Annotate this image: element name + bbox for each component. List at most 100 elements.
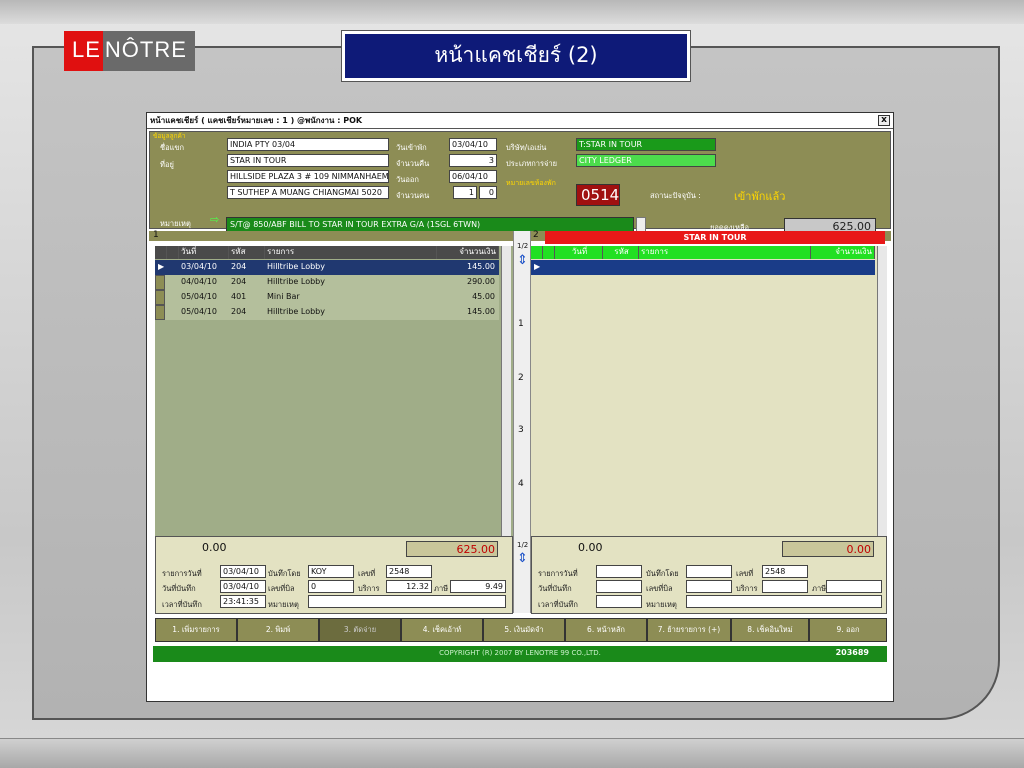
- logo-le: LE: [64, 31, 103, 71]
- checkout-field[interactable]: 06/04/10: [449, 170, 497, 183]
- checkout-button[interactable]: 4. เช็คเอ้าท์: [401, 618, 483, 642]
- row-amount: 145.00: [467, 307, 495, 316]
- row-item: Hilltribe Lobby: [267, 277, 325, 286]
- bill-field[interactable]: [686, 580, 732, 593]
- table-row[interactable]: ▶: [531, 260, 875, 275]
- col-amount[interactable]: จำนวนเงิน: [437, 246, 499, 259]
- no-field[interactable]: 2548: [386, 565, 432, 578]
- new-checkin-button[interactable]: 8. เช็คอินใหม่: [731, 618, 809, 642]
- record-time-field[interactable]: 23:41:35: [220, 595, 266, 608]
- post-date-field[interactable]: [596, 565, 642, 578]
- by-label: บันทึกโดย: [268, 569, 301, 578]
- table-row[interactable]: ▶ 03/04/10 204 Hilltribe Lobby 145.00: [155, 260, 499, 275]
- grid-corner: [155, 246, 167, 259]
- folio2-grid: วันที่ รหัส รายการ จำนวนเงิน ▶: [531, 246, 887, 536]
- row-code: 204: [231, 277, 247, 286]
- tax-field[interactable]: 9.49: [450, 580, 506, 593]
- table-row[interactable]: 04/04/10 204 Hilltribe Lobby 290.00: [155, 275, 499, 290]
- page-3[interactable]: 3: [518, 425, 524, 435]
- checkin-field[interactable]: 03/04/10: [449, 138, 497, 151]
- address-line3[interactable]: T SUTHEP A MUANG CHIANGMAI 5020: [227, 186, 389, 199]
- record-date-field[interactable]: 03/04/10: [220, 580, 266, 593]
- by-field[interactable]: [686, 565, 732, 578]
- remark-field2[interactable]: [686, 595, 882, 608]
- nights-field[interactable]: 3: [449, 154, 497, 167]
- tax-field[interactable]: [826, 580, 882, 593]
- add-item-button[interactable]: 1. เพิ่มรายการ: [155, 618, 237, 642]
- service-field[interactable]: [762, 580, 808, 593]
- table-row[interactable]: 05/04/10 204 Hilltribe Lobby 145.00: [155, 305, 499, 320]
- move-arrow-icon[interactable]: ⇕: [517, 551, 528, 566]
- move-arrow-icon[interactable]: ⇕: [517, 253, 528, 268]
- exit-button[interactable]: 9. ออก: [809, 618, 887, 642]
- folio1-grid: วันที่ รหัส รายการ จำนวนเงิน ▶ 03/04/10 …: [155, 246, 513, 536]
- move-item-button[interactable]: 7. ย้ายรายการ (+): [647, 618, 731, 642]
- folio1-scrollbar[interactable]: [501, 246, 511, 536]
- bill-label: เลขที่บิล: [646, 584, 673, 593]
- folio1-tag[interactable]: 1: [153, 230, 159, 240]
- record-time-field[interactable]: [596, 595, 642, 608]
- address-line1[interactable]: STAR IN TOUR: [227, 154, 389, 167]
- col-item[interactable]: รายการ: [265, 246, 437, 259]
- room-label: หมายเลขห้องพัก: [506, 179, 556, 187]
- guest-field[interactable]: INDIA PTY 03/04: [227, 138, 389, 151]
- print-button[interactable]: 2. พิมพ์: [237, 618, 319, 642]
- row-amount: 145.00: [467, 262, 495, 271]
- nights-label: จำนวนคืน: [396, 159, 430, 168]
- row-handle[interactable]: [155, 275, 165, 290]
- record-date-field[interactable]: [596, 580, 642, 593]
- remark-label: หมายเหตุ: [646, 600, 677, 609]
- status-value: เข้าพักแล้ว: [734, 190, 786, 203]
- page-4[interactable]: 4: [518, 479, 524, 489]
- paytype-field[interactable]: CITY LEDGER: [576, 154, 716, 167]
- table-row[interactable]: 05/04/10 401 Mini Bar 45.00: [155, 290, 499, 305]
- paytype-label: ประเภทการจ่าย: [506, 159, 558, 168]
- col-code[interactable]: รหัส: [603, 246, 639, 259]
- address-label: ที่อยู่: [160, 160, 174, 169]
- bill-field[interactable]: 0: [308, 580, 354, 593]
- post-date-field[interactable]: 03/04/10: [220, 565, 266, 578]
- page-2[interactable]: 2: [518, 373, 524, 383]
- service-field[interactable]: 12.32: [386, 580, 432, 593]
- folio2-scrollbar[interactable]: [877, 246, 887, 536]
- address-line2[interactable]: HILLSIDE PLAZA 3 # 109 NIMMANHAEM: [227, 170, 389, 183]
- no-field[interactable]: 2548: [762, 565, 808, 578]
- deposit-button[interactable]: 5. เงินมัดจำ: [483, 618, 565, 642]
- col-item[interactable]: รายการ: [639, 246, 811, 259]
- row-handle[interactable]: [155, 290, 165, 305]
- col-date[interactable]: วันที่: [179, 246, 229, 259]
- by-field[interactable]: KOY: [308, 565, 354, 578]
- adults-field[interactable]: 1: [453, 186, 477, 199]
- no-label: เลขที่: [358, 569, 376, 578]
- folio2-tag[interactable]: 2: [533, 230, 539, 240]
- page-1[interactable]: 1: [518, 319, 524, 329]
- company-field[interactable]: T:STAR IN TOUR: [576, 138, 716, 151]
- col-code[interactable]: รหัส: [229, 246, 265, 259]
- folio1-detail: 0.00 625.00 รายการวันที่ วันที่บันทึก เว…: [155, 536, 513, 614]
- row-amount: 290.00: [467, 277, 495, 286]
- col-date[interactable]: วันที่: [555, 246, 603, 259]
- checkout-label: วันออก: [396, 175, 419, 184]
- grid-corner2: [543, 246, 555, 259]
- children-field[interactable]: 0: [479, 186, 497, 199]
- window-title: หน้าแคชเชียร์ ( แคชเชียร์หมายเลข : 1 ) @…: [150, 116, 363, 125]
- payment-button[interactable]: 3. ตัดจ่าย: [319, 618, 401, 642]
- row-item: Hilltribe Lobby: [267, 262, 325, 271]
- remark-label: หมายเหตุ: [160, 219, 191, 228]
- col-amount[interactable]: จำนวนเงิน: [811, 246, 875, 259]
- row-pointer-icon: ▶: [158, 262, 165, 271]
- bottom-band: [0, 738, 1024, 768]
- remark-field2[interactable]: [308, 595, 506, 608]
- close-button[interactable]: x: [878, 115, 890, 126]
- main-page-button[interactable]: 6. หน้าหลัก: [565, 618, 647, 642]
- row-date: 05/04/10: [181, 292, 217, 301]
- folio2-banner: STAR IN TOUR: [545, 231, 885, 244]
- group-label: ข้อมูลลูกค้า: [153, 132, 186, 140]
- folio2-detail: 0.00 0.00 รายการวันที่ วันที่บันทึก เวลา…: [531, 536, 887, 614]
- row-date: 03/04/10: [181, 262, 217, 271]
- footer-code: 203689: [835, 648, 869, 657]
- post-date-label: รายการวันที่: [162, 569, 202, 578]
- record-date-label: วันที่บันทึก: [162, 584, 196, 593]
- record-time-label: เวลาที่บันทึก: [538, 600, 578, 609]
- row-handle[interactable]: [155, 305, 165, 320]
